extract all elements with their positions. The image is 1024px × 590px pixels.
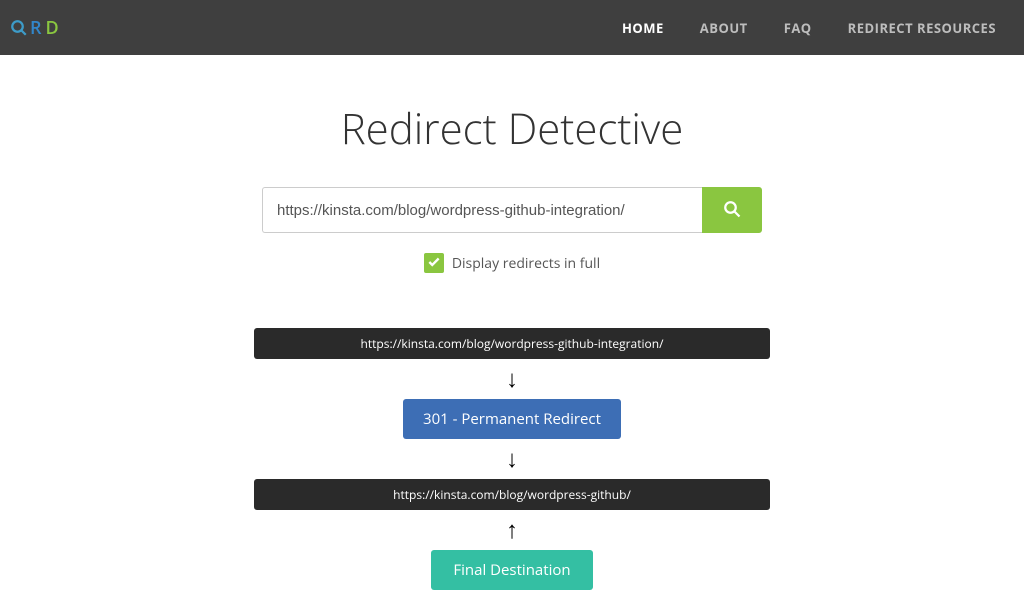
display-full-checkbox[interactable]: Display redirects in full xyxy=(0,253,1024,273)
check-icon xyxy=(427,252,441,274)
checkbox-box xyxy=(424,253,444,273)
final-destination-badge: Final Destination xyxy=(431,550,592,590)
arrow-down-icon: ↓ xyxy=(254,359,770,399)
page-title: Redirect Detective xyxy=(0,100,1024,157)
logo-letter-d: D xyxy=(46,16,61,40)
search-row xyxy=(0,187,1024,233)
search-button[interactable] xyxy=(702,187,762,233)
search-icon xyxy=(723,200,741,221)
main-content: Redirect Detective Display redirects in … xyxy=(0,55,1024,590)
arrow-down-icon: ↓ xyxy=(254,439,770,479)
arrow-up-icon: ↑ xyxy=(254,510,770,550)
redirect-chain: https://kinsta.com/blog/wordpress-github… xyxy=(254,328,770,590)
logo-letter-r: R xyxy=(30,16,44,40)
nav-about[interactable]: ABOUT xyxy=(682,19,766,37)
navbar: R D HOME ABOUT FAQ REDIRECT RESOURCES xyxy=(0,0,1024,55)
nav-links: HOME ABOUT FAQ REDIRECT RESOURCES xyxy=(604,19,1014,37)
source-url-bar: https://kinsta.com/blog/wordpress-github… xyxy=(254,328,770,359)
nav-faq[interactable]: FAQ xyxy=(766,19,830,37)
magnifier-icon xyxy=(10,19,28,37)
nav-home[interactable]: HOME xyxy=(604,19,682,37)
destination-url-bar: https://kinsta.com/blog/wordpress-github… xyxy=(254,479,770,510)
url-input[interactable] xyxy=(262,187,702,233)
redirect-status-badge: 301 - Permanent Redirect xyxy=(403,399,621,439)
logo[interactable]: R D xyxy=(10,16,61,40)
nav-resources[interactable]: REDIRECT RESOURCES xyxy=(830,19,1014,37)
checkbox-label: Display redirects in full xyxy=(452,254,600,273)
